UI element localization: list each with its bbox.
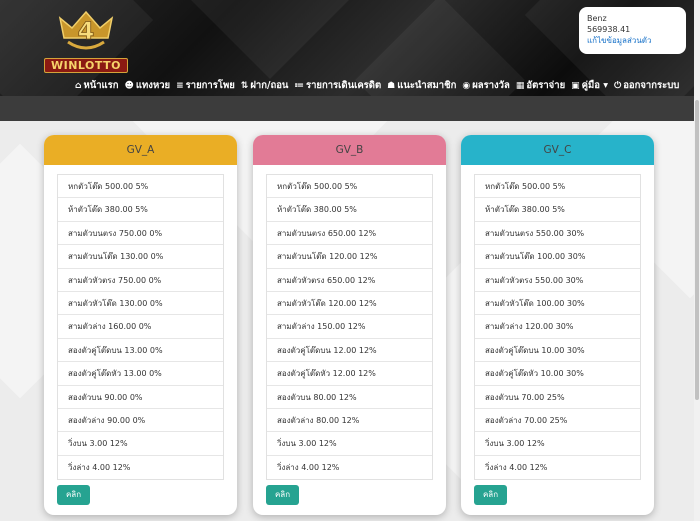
transfer-icon: ⇅ — [240, 80, 249, 91]
smile-icon: ☻ — [124, 80, 134, 91]
rate-row: ห้าตัวโต๊ด 380.00 5% — [58, 198, 223, 222]
select-rate-button[interactable]: คลิก — [266, 485, 299, 505]
rate-row: สามตัวหัวโต๊ด 120.00 12% — [267, 292, 432, 316]
nav-label: รายการเดินเครดิต — [305, 80, 382, 91]
username: Benz — [587, 14, 607, 23]
rate-row: วิ่งล่าง 4.00 12% — [485, 462, 548, 472]
rate-row: หกตัวโต๊ด 500.00 5% — [267, 175, 432, 199]
rate-row: วิ่งล่าง 4.00 12% — [277, 462, 340, 472]
rate-row: สองตัวคู่โต๊ดบน 13.00 0% — [58, 339, 223, 363]
nav-item-7[interactable]: ▦ อัตราจ่าย — [513, 78, 568, 93]
edit-profile-link[interactable]: แก้ไขข้อมูลส่วนตัว — [587, 35, 678, 46]
header-decoration — [171, 0, 369, 79]
card-title: GV_B — [253, 135, 446, 165]
rate-row: สามตัวหัวโต๊ด 130.00 0% — [58, 292, 223, 316]
rate-card-gv_b: GV_B หกตัวโต๊ด 500.00 5% ห้าตัวโต๊ด 380.00… — [253, 135, 446, 515]
main-nav: ⌂ หน้าแรก ☻ แทงหวย ≡ รายการโพย ⇅ ฝาก/ถอน ≔ รายการ… — [72, 78, 682, 93]
nav-label: ออกจากระบบ — [623, 80, 680, 91]
rate-row: สามตัวบนโต๊ด 130.00 0% — [58, 245, 223, 269]
user-info-box: Benz 569938.41 แก้ไขข้อมูลส่วนตัว — [579, 7, 686, 54]
nav-item-1[interactable]: ☻ แทงหวย — [122, 78, 174, 93]
eye-icon: ◉ — [462, 80, 471, 91]
nav-label: หน้าแรก — [83, 80, 119, 91]
rate-row: วิ่งบน 3.00 12% — [267, 432, 432, 456]
nav-label: คู่มือ ▾ — [581, 80, 609, 91]
credit-balance: 569938.41 — [587, 25, 631, 34]
card-title: GV_A — [44, 135, 237, 165]
rate-row: สองตัวคู่โต๊ดหัว 10.00 30% — [475, 362, 640, 386]
nav-item-9[interactable]: ⏻ ออกจากระบบ — [611, 78, 682, 93]
rate-card-gv_a: GV_A หกตัวโต๊ด 500.00 5% ห้าตัวโต๊ด 380.00… — [44, 135, 237, 515]
nav-item-5[interactable]: ☗ แนะนำสมาชิก — [384, 78, 459, 93]
nav-label: แทงหวย — [135, 80, 171, 91]
nav-item-2[interactable]: ≡ รายการโพย — [173, 78, 238, 93]
nav-label: รายการโพย — [185, 80, 235, 91]
header-band — [0, 96, 700, 121]
nav-label: ผลรางวัล — [472, 80, 510, 91]
rate-row: สามตัวบนตรง 550.00 30% — [475, 222, 640, 246]
rate-row: วิ่งบน 3.00 12% — [475, 432, 640, 456]
list-icon: ≡ — [176, 80, 184, 91]
rate-row: ห้าตัวโต๊ด 380.00 5% — [267, 198, 432, 222]
nav-item-6[interactable]: ◉ ผลรางวัล — [459, 78, 512, 93]
nav-label: แนะนำสมาชิก — [397, 80, 457, 91]
rate-row: สองตัวคู่โต๊ดบน 10.00 30% — [475, 339, 640, 363]
logo-number: 4 — [78, 17, 95, 45]
rate-row: วิ่งบน 3.00 12% — [58, 432, 223, 456]
site-logo[interactable]: 4 WINLOTTO — [40, 8, 132, 74]
rate-list: หกตัวโต๊ด 500.00 5% ห้าตัวโต๊ด 380.00 5% ส… — [57, 174, 224, 481]
rate-row: สองตัวคู่โต๊ดหัว 13.00 0% — [58, 362, 223, 386]
rate-row: สามตัวล่าง 150.00 12% — [267, 315, 432, 339]
nav-item-8[interactable]: ▣ คู่มือ ▾ — [568, 78, 611, 93]
rate-list: หกตัวโต๊ด 500.00 5% ห้าตัวโต๊ด 380.00 5% ส… — [266, 174, 433, 481]
rate-row: สองตัวคู่โต๊ดหัว 12.00 12% — [267, 362, 432, 386]
select-rate-button[interactable]: คลิก — [474, 485, 507, 505]
scrollbar-thumb[interactable] — [695, 100, 699, 400]
nav-item-3[interactable]: ⇅ ฝาก/ถอน — [238, 78, 292, 93]
rate-row: วิ่งล่าง 4.00 12% — [68, 462, 131, 472]
rate-row: สามตัวบนตรง 750.00 0% — [58, 222, 223, 246]
book-icon: ▣ — [571, 80, 580, 91]
rate-row: สองตัวล่าง 90.00 0% — [58, 409, 223, 433]
card-title: GV_C — [461, 135, 654, 165]
page-scrollbar[interactable] — [694, 0, 700, 521]
home-icon: ⌂ — [75, 80, 82, 91]
rate-row: สองตัวล่าง 70.00 25% — [475, 409, 640, 433]
rate-row: หกตัวโต๊ด 500.00 5% — [475, 175, 640, 199]
rate-row: สองตัวบน 90.00 0% — [58, 386, 223, 409]
rate-row: สามตัวหัวตรง 550.00 30% — [475, 269, 640, 292]
rate-row: สามตัวบนโต๊ด 100.00 30% — [475, 245, 640, 269]
rate-row: สามตัวหัวโต๊ด 100.00 30% — [475, 292, 640, 316]
logo-text: WINLOTTO — [44, 58, 128, 73]
rate-row: สามตัวหัวตรง 650.00 12% — [267, 269, 432, 292]
rate-row: สามตัวล่าง 160.00 0% — [58, 315, 223, 339]
table-icon: ▦ — [515, 80, 525, 91]
crown-logo-icon: 4 — [58, 10, 114, 50]
rate-row: สองตัวคู่โต๊ดบน 12.00 12% — [267, 339, 432, 363]
users-icon: ☗ — [387, 80, 396, 91]
rate-list: หกตัวโต๊ด 500.00 5% ห้าตัวโต๊ด 380.00 5% ส… — [474, 174, 641, 481]
rate-row: สองตัวบน 70.00 25% — [475, 386, 640, 409]
rate-row: สามตัวหัวตรง 750.00 0% — [58, 269, 223, 292]
nav-label: อัตราจ่าย — [526, 80, 566, 91]
nav-item-0[interactable]: ⌂ หน้าแรก — [72, 78, 122, 93]
rate-row: สามตัวบนตรง 650.00 12% — [267, 222, 432, 246]
rate-card-gv_c: GV_C หกตัวโต๊ด 500.00 5% ห้าตัวโต๊ด 380.00… — [461, 135, 654, 515]
rate-row: หกตัวโต๊ด 500.00 5% — [58, 175, 223, 199]
rate-row: สองตัวบน 80.00 12% — [267, 386, 432, 409]
rate-row: สามตัวล่าง 120.00 30% — [475, 315, 640, 339]
select-rate-button[interactable]: คลิก — [57, 485, 90, 505]
nav-item-4[interactable]: ≔ รายการเดินเครดิต — [291, 78, 384, 93]
list-alt-icon: ≔ — [294, 80, 304, 91]
power-icon: ⏻ — [614, 80, 622, 91]
nav-label: ฝาก/ถอน — [250, 80, 289, 91]
rate-row: สามตัวบนโต๊ด 120.00 12% — [267, 245, 432, 269]
site-header: 4 WINLOTTO Benz 569938.41 แก้ไขข้อมูลส่ว… — [0, 0, 700, 96]
rate-row: ห้าตัวโต๊ด 380.00 5% — [475, 198, 640, 222]
rate-row: สองตัวล่าง 80.00 12% — [267, 409, 432, 433]
